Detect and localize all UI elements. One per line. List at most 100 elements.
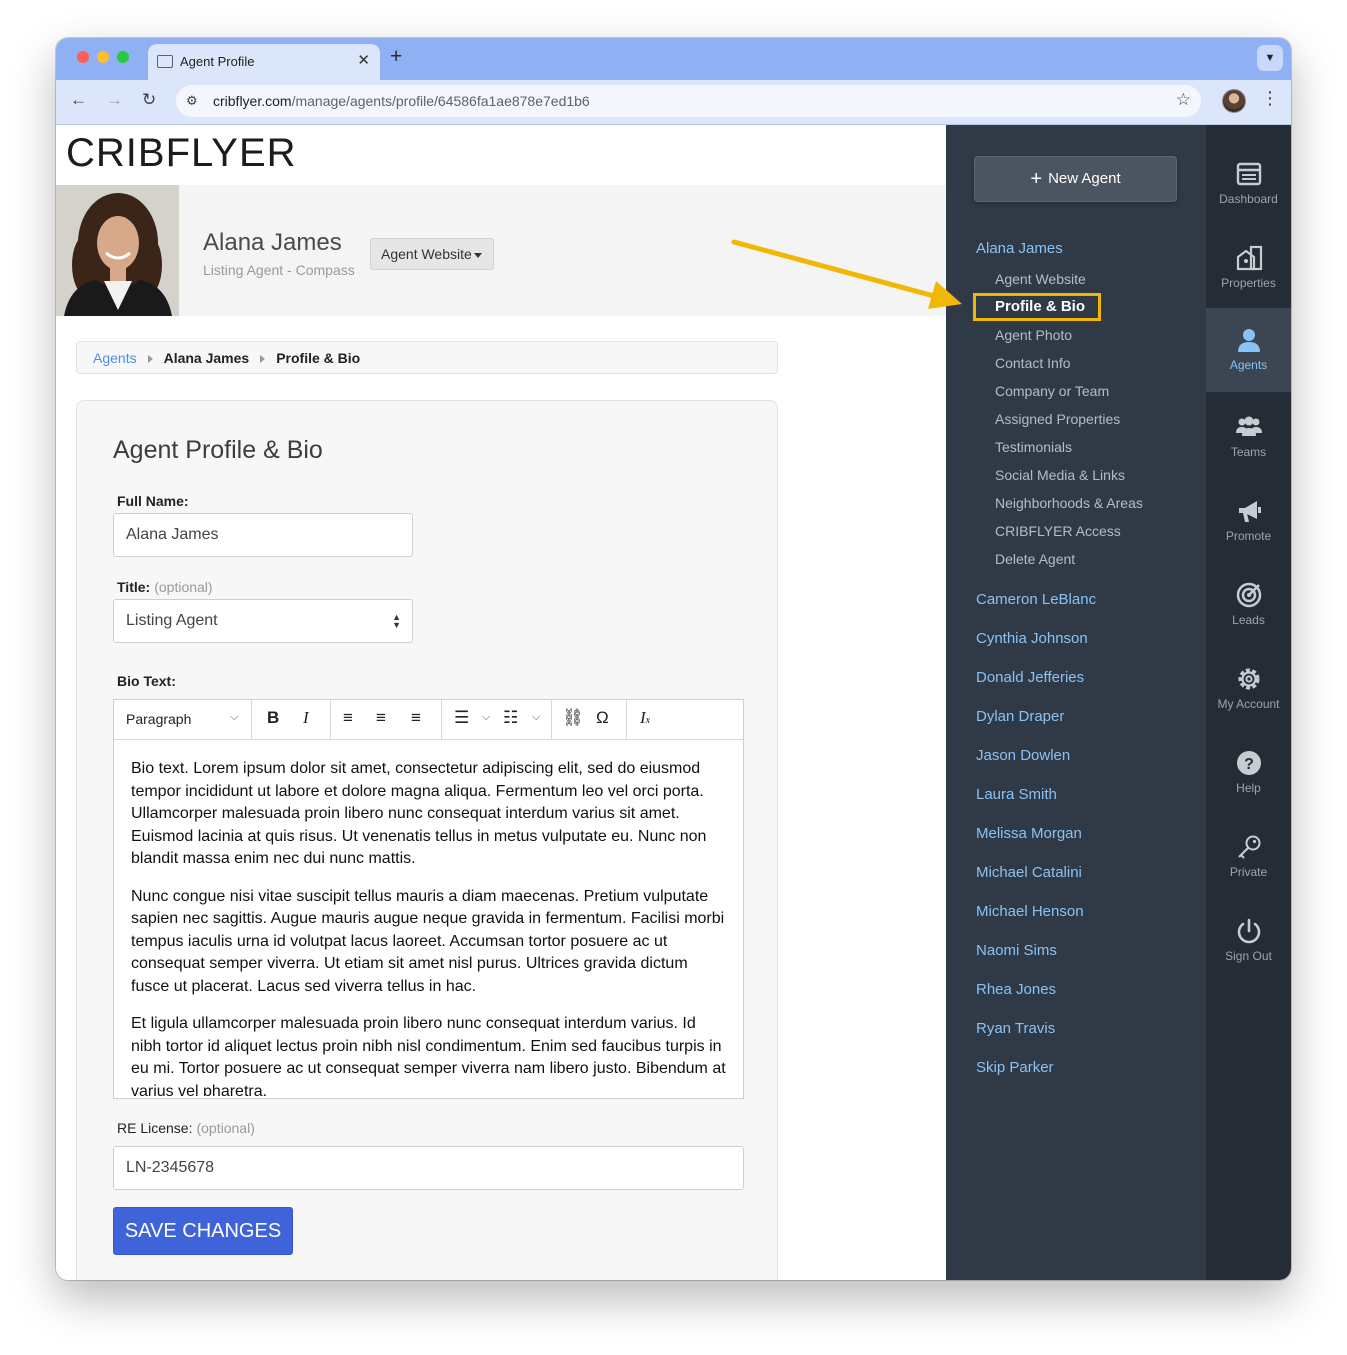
clear-formatting-icon[interactable]: Ix — [640, 708, 650, 728]
nav-teams-label: Teams — [1230, 445, 1267, 459]
sidebar-agent-link[interactable]: Michael Catalini — [976, 864, 1082, 881]
sidebar-item-delete-agent[interactable]: Delete Agent — [995, 551, 1075, 567]
caret-down-icon — [474, 253, 482, 258]
nav-properties[interactable]: Properties — [1206, 236, 1291, 314]
license-input[interactable]: LN-2345678 — [113, 1146, 744, 1190]
bold-icon[interactable]: B — [267, 708, 279, 728]
breadcrumb-agents-link[interactable]: Agents — [93, 350, 137, 366]
minimize-window-button[interactable] — [97, 51, 109, 63]
save-changes-button[interactable]: SAVE CHANGES — [113, 1207, 293, 1255]
cribflyer-logo[interactable]: CRIBFLYER — [66, 131, 297, 176]
nav-agents[interactable]: Agents — [1206, 308, 1291, 392]
sidebar-agent-link[interactable]: Naomi Sims — [976, 942, 1057, 959]
special-character-icon[interactable]: Ω — [596, 708, 609, 728]
sidebar-item-agent-photo[interactable]: Agent Photo — [995, 327, 1072, 343]
close-window-button[interactable] — [77, 51, 89, 63]
back-arrow-icon[interactable]: ← — [70, 90, 87, 110]
sidebar-agent-link[interactable]: Cameron LeBlanc — [976, 591, 1096, 608]
sidebar-agent-link[interactable]: Rhea Jones — [976, 981, 1056, 998]
bio-paragraph: Bio text. Lorem ipsum dolor sit amet, co… — [131, 760, 707, 867]
form-title: Agent Profile & Bio — [113, 436, 323, 464]
numbered-list-icon[interactable]: ☷ — [503, 708, 518, 728]
new-tab-icon[interactable]: + — [390, 45, 402, 69]
align-left-icon[interactable]: ≡ — [343, 708, 353, 728]
nav-sign-out[interactable]: Sign Out — [1206, 909, 1291, 987]
sidebar-agent-link[interactable]: Michael Henson — [976, 903, 1084, 920]
page-favicon-icon — [157, 55, 173, 68]
reload-icon[interactable]: ↻ — [142, 90, 156, 110]
sidebar-agent-link[interactable]: Melissa Morgan — [976, 825, 1082, 842]
tab-search-chevron-icon[interactable]: ▼ — [1257, 45, 1283, 71]
nav-properties-label: Properties — [1221, 276, 1276, 290]
full-name-input[interactable]: Alana James — [113, 513, 413, 557]
sidebar-item-agent-website[interactable]: Agent Website — [995, 271, 1086, 287]
editor-content[interactable]: Bio text. Lorem ipsum dolor sit amet, co… — [131, 758, 727, 1096]
optional-hint: (optional) — [154, 579, 213, 595]
nav-dashboard[interactable]: Dashboard — [1206, 152, 1291, 230]
breadcrumb-current: Profile & Bio — [276, 350, 361, 366]
align-right-icon[interactable]: ≡ — [411, 708, 421, 728]
sidebar-item-company-team[interactable]: Company or Team — [995, 383, 1109, 399]
sidebar-agent-link[interactable]: Ryan Travis — [976, 1020, 1055, 1037]
title-select[interactable]: Listing Agent ▲ ▼ — [113, 599, 413, 643]
site-settings-icon[interactable]: ⚙ — [186, 93, 198, 109]
forward-arrow-icon[interactable]: → — [106, 90, 123, 110]
bio-rich-text-editor[interactable]: Paragraph ⌵ B I ≡ ≡ ≡ ☰ ⌵ ☷ ⌵ ⛓ Ω Ix Bio… — [113, 699, 744, 1099]
toolbar-divider — [551, 700, 552, 739]
sidebar-item-testimonials[interactable]: Testimonials — [995, 439, 1072, 455]
bullet-list-icon[interactable]: ☰ — [454, 708, 469, 728]
nav-leads[interactable]: Leads — [1206, 573, 1291, 651]
block-format-dropdown[interactable]: Paragraph — [126, 711, 191, 727]
nav-private[interactable]: Private — [1206, 825, 1291, 903]
sidebar-agent-current[interactable]: Alana James — [976, 240, 1063, 257]
numbered-list-chevron-icon[interactable]: ⌵ — [532, 711, 540, 724]
sidebar-item-profile-bio[interactable]: Profile & Bio — [995, 298, 1085, 315]
link-icon[interactable]: ⛓ — [562, 708, 584, 728]
breadcrumb-agent-name[interactable]: Alana James — [164, 350, 250, 366]
bio-paragraph: Nunc congue nisi vitae suscipit tellus m… — [131, 887, 725, 995]
sidebar-item-contact-info[interactable]: Contact Info — [995, 355, 1071, 371]
nav-teams[interactable]: Teams — [1206, 405, 1291, 483]
sidebar-agent-link[interactable]: Donald Jefferies — [976, 669, 1084, 686]
bullet-list-chevron-icon[interactable]: ⌵ — [482, 711, 490, 724]
nav-my-account-label: My Account — [1217, 697, 1280, 711]
browser-window: Agent Profile ✕ + ▼ ← → ↻ ⚙ cribflyer.co… — [56, 38, 1291, 1280]
bookmark-star-icon[interactable]: ☆ — [1176, 90, 1191, 110]
browser-menu-icon[interactable]: ⋮ — [1261, 88, 1279, 109]
sidebar-agent-link[interactable]: Laura Smith — [976, 786, 1057, 803]
nav-help[interactable]: ? Help — [1206, 741, 1291, 819]
breadcrumb: Agents Alana James Profile & Bio — [76, 341, 778, 374]
profile-form-card: Agent Profile & Bio Full Name: Alana Jam… — [76, 400, 778, 1280]
address-bar[interactable]: ⚙ cribflyer.com/manage/agents/profile/64… — [176, 85, 1201, 117]
svg-text:?: ? — [1244, 756, 1254, 773]
agent-website-dropdown[interactable]: Agent Website — [370, 238, 494, 270]
key-icon — [1237, 835, 1260, 859]
optional-hint: (optional) — [196, 1120, 255, 1136]
nav-dashboard-label: Dashboard — [1219, 192, 1278, 206]
sidebar-item-social-media[interactable]: Social Media & Links — [995, 467, 1125, 483]
chevron-down-icon[interactable]: ⌵ — [230, 711, 238, 724]
teams-icon — [1235, 416, 1262, 436]
browser-toolbar: ← → ↻ ⚙ cribflyer.com/manage/agents/prof… — [56, 80, 1291, 125]
browser-profile-avatar[interactable] — [1222, 89, 1246, 113]
sidebar-agent-link[interactable]: Skip Parker — [976, 1059, 1054, 1076]
title-label: Title: (optional) — [117, 579, 213, 595]
new-agent-button[interactable]: + New Agent — [974, 156, 1177, 202]
url-text: cribflyer.com/manage/agents/profile/6458… — [213, 93, 590, 109]
close-tab-icon[interactable]: ✕ — [357, 51, 370, 69]
align-center-icon[interactable]: ≡ — [376, 708, 386, 728]
italic-icon[interactable]: I — [303, 708, 309, 728]
sidebar-agent-link[interactable]: Jason Dowlen — [976, 747, 1070, 764]
zoom-window-button[interactable] — [117, 51, 129, 63]
nav-promote[interactable]: Promote — [1206, 489, 1291, 567]
sidebar-agent-link[interactable]: Cynthia Johnson — [976, 630, 1088, 647]
browser-tab[interactable]: Agent Profile ✕ — [148, 44, 380, 80]
nav-my-account[interactable]: My Account — [1206, 657, 1291, 735]
toolbar-divider — [330, 700, 331, 739]
sidebar-agent-link[interactable]: Dylan Draper — [976, 708, 1064, 725]
sidebar-item-neighborhoods[interactable]: Neighborhoods & Areas — [995, 495, 1143, 511]
sidebar-item-assigned-properties[interactable]: Assigned Properties — [995, 411, 1120, 427]
sidebar-item-cribflyer-access[interactable]: CRIBFLYER Access — [995, 523, 1121, 539]
app-nav-rail: Dashboard Properties Agents Teams Promot… — [1206, 125, 1291, 1280]
bio-label: Bio Text: — [117, 673, 176, 689]
